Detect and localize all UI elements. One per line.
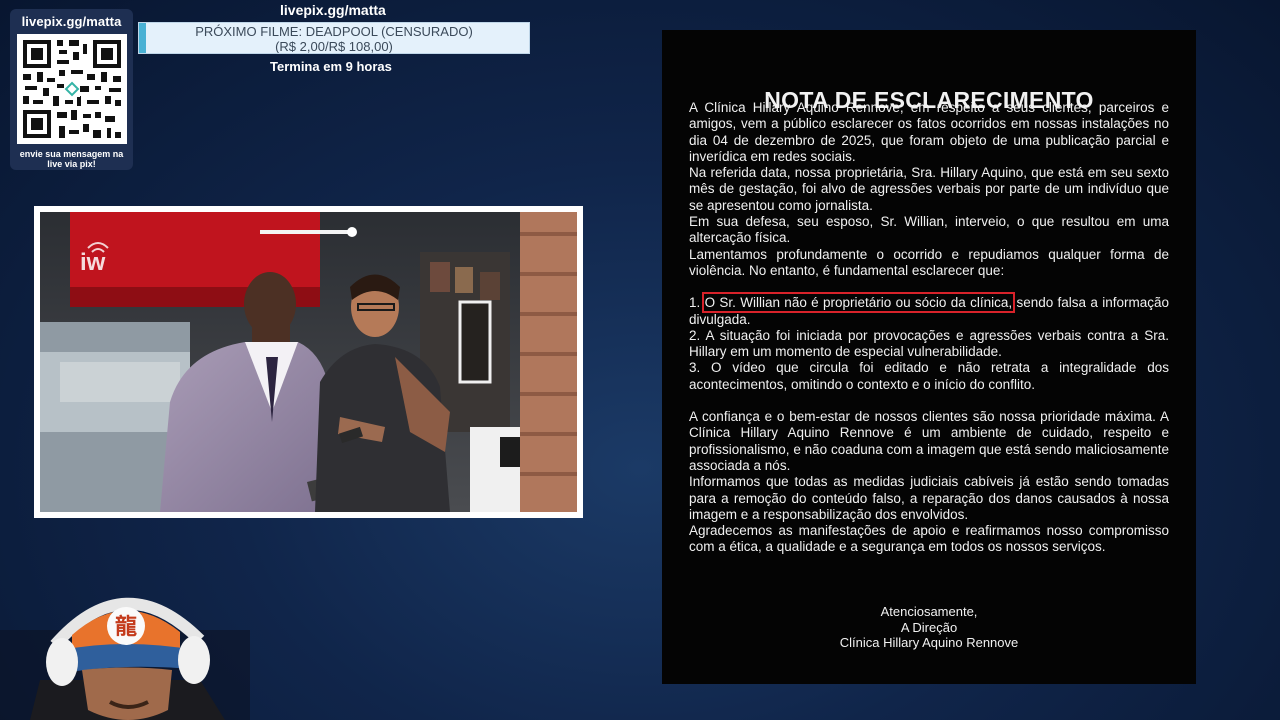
cap-symbol: 龍 [115, 614, 137, 640]
note-paragraph-7: Agradecemos as manifestações de apoio e … [689, 523, 1169, 555]
note-paragraph-5: A confiança e o bem-estar de nossos clie… [689, 409, 1169, 473]
note-item-1-number: 1. [689, 295, 701, 311]
note-gap [689, 393, 1169, 409]
qr-caption-text: envie sua mensagem na live via pix! [19, 149, 124, 169]
note-item-3: 3. O vídeo que circula foi editado e não… [689, 360, 1169, 392]
video-frame: iw [34, 206, 583, 518]
note-item-2: 2. A situação foi iniciada por provocaçõ… [689, 327, 1169, 360]
signature-line-3: Clínica Hillary Aquino Rennove [839, 635, 1019, 650]
clarification-note: NOTA DE ESCLARECIMENTO A Clínica Hillary… [662, 30, 1196, 684]
goal-amount-text: (R$ 2,00/R$ 108,00) [275, 39, 393, 54]
video-scene: iw [40, 212, 577, 512]
note-signature: Atenciosamente, A Direção Clínica Hillar… [662, 604, 1196, 651]
qr-code [16, 34, 127, 144]
note-paragraph-6: Informamos que todas as medidas judiciai… [689, 474, 1169, 522]
streamer-webcam: 龍 [0, 570, 250, 720]
livepix-qr-panel: livepix.gg/matta envie sua mensagem na l… [10, 9, 133, 170]
note-paragraph-2: Na referida data, nossa proprietária, Sr… [689, 165, 1169, 213]
qr-url-text: livepix.gg/matta [21, 14, 122, 29]
note-paragraph-4: Lamentamos profundamente o ocorrido e re… [689, 246, 1169, 278]
note-paragraph-intro: A Clínica Hillary Aquino Rennove, em res… [689, 100, 1169, 164]
signature-line-2: A Direção [900, 619, 958, 635]
webcam-scene: 龍 [0, 597, 250, 720]
note-body: A Clínica Hillary Aquino Rennove, em res… [689, 100, 1169, 556]
qr-code-graphic [16, 34, 127, 144]
video-clip: iw [40, 212, 577, 512]
signature-line-1: Atenciosamente, [880, 604, 978, 619]
note-item-1: 1. O Sr. Willian não é proprietário ou s… [689, 292, 1169, 328]
goal-label: PRÓXIMO FILME: DEADPOOL (CENSURADO) (R$ … [139, 24, 529, 54]
goal-progress-bar: PRÓXIMO FILME: DEADPOOL (CENSURADO) (R$ … [138, 22, 530, 54]
highlighted-claim: O Sr. Willian não é proprietário ou sóci… [701, 292, 1016, 314]
note-gap [689, 279, 1169, 295]
goal-timer-text: Termina em 9 horas [270, 59, 392, 74]
goal-link-text: livepix.gg/matta [280, 2, 386, 18]
store-sign-text: iw [80, 249, 106, 276]
goal-title-text: PRÓXIMO FILME: DEADPOOL (CENSURADO) [195, 24, 473, 39]
note-paragraph-3: Em sua defesa, seu esposo, Sr. Willian, … [689, 214, 1169, 246]
